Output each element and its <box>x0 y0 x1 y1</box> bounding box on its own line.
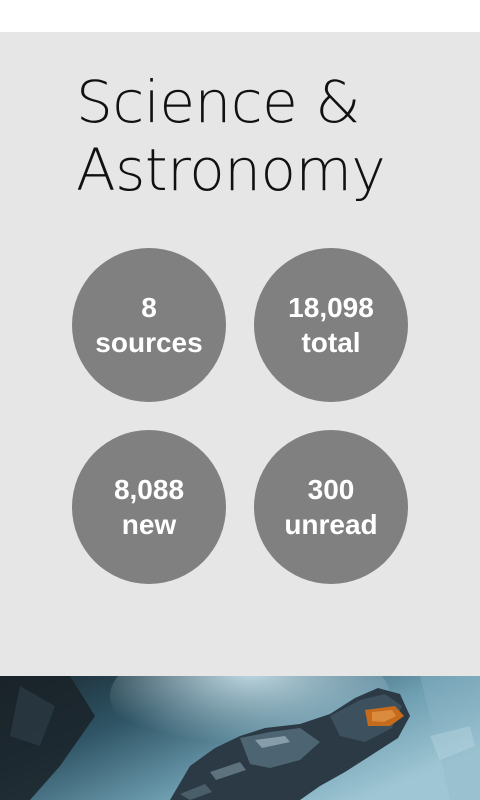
total-count-tile[interactable]: 18,098 total <box>254 248 408 402</box>
unread-count-value: 300 <box>307 474 355 505</box>
total-count-value: 18,098 <box>288 292 374 323</box>
total-count-label: total <box>301 327 361 358</box>
sources-count-value: 8 <box>141 292 157 323</box>
page-title-line-1: Science & <box>76 68 361 136</box>
sources-count-label: sources <box>95 327 203 358</box>
hero-image-artwork <box>0 676 480 800</box>
page-title: Science & Astronomy <box>76 68 466 204</box>
hero-image[interactable] <box>0 676 480 800</box>
category-summary-panel: Science & Astronomy 8 sources 18,098 tot… <box>0 32 480 676</box>
unread-count-label: unread <box>284 509 378 540</box>
new-count-value: 8,088 <box>113 474 185 505</box>
new-count-tile[interactable]: 8,088 new <box>72 430 226 584</box>
page-title-line-2: Astronomy <box>76 136 386 204</box>
unread-count-tile[interactable]: 300 unread <box>254 430 408 584</box>
category-page: Science & Astronomy 8 sources 18,098 tot… <box>0 0 480 800</box>
status-bar-spacer <box>0 0 480 32</box>
sources-count-tile[interactable]: 8 sources <box>72 248 226 402</box>
new-count-label: new <box>121 509 177 540</box>
